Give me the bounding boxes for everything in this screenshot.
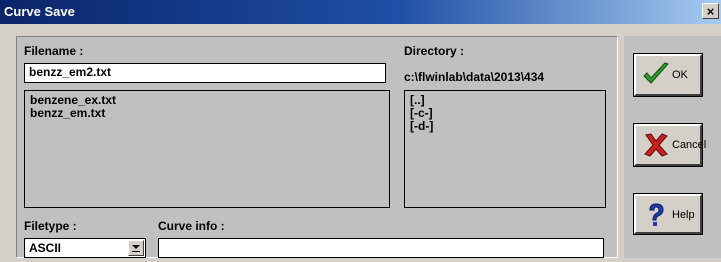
chevron-down-icon[interactable] (128, 240, 144, 256)
cancel-label: Cancel (672, 139, 707, 151)
directory-path: c:\flwinlab\data\2013\434 (404, 70, 545, 84)
close-button[interactable]: × (702, 3, 719, 19)
directory-list-item[interactable]: [-d-] (410, 120, 600, 133)
filename-input[interactable]: benzz_em2.txt (24, 63, 386, 83)
title-bar: Curve Save × (0, 0, 721, 24)
curve-info-input[interactable] (158, 238, 604, 258)
directory-list-item[interactable]: [-c-] (410, 107, 600, 120)
file-list[interactable]: benzene_ex.txt benzz_em.txt (24, 90, 390, 208)
filetype-select[interactable]: ASCII (24, 238, 146, 258)
directory-label: Directory : (404, 44, 465, 58)
ok-button[interactable]: OK (633, 53, 703, 97)
question-icon (649, 203, 664, 226)
directory-list[interactable]: [..] [-c-] [-d-] (404, 90, 606, 208)
x-icon (644, 133, 668, 157)
cancel-button[interactable]: Cancel (633, 123, 706, 167)
checkmark-icon (643, 62, 669, 84)
filetype-value: ASCII (29, 241, 62, 255)
help-button[interactable]: Help (633, 193, 703, 235)
ok-label: OK (672, 69, 688, 81)
help-label: Help (672, 209, 695, 221)
file-list-item[interactable]: benzz_em.txt (30, 107, 384, 120)
filename-label: Filename : (24, 44, 84, 58)
filetype-label: Filetype : (24, 219, 77, 233)
directory-list-item[interactable]: [..] (410, 94, 600, 107)
curve-info-label: Curve info : (158, 219, 225, 233)
window-title: Curve Save (4, 4, 75, 19)
